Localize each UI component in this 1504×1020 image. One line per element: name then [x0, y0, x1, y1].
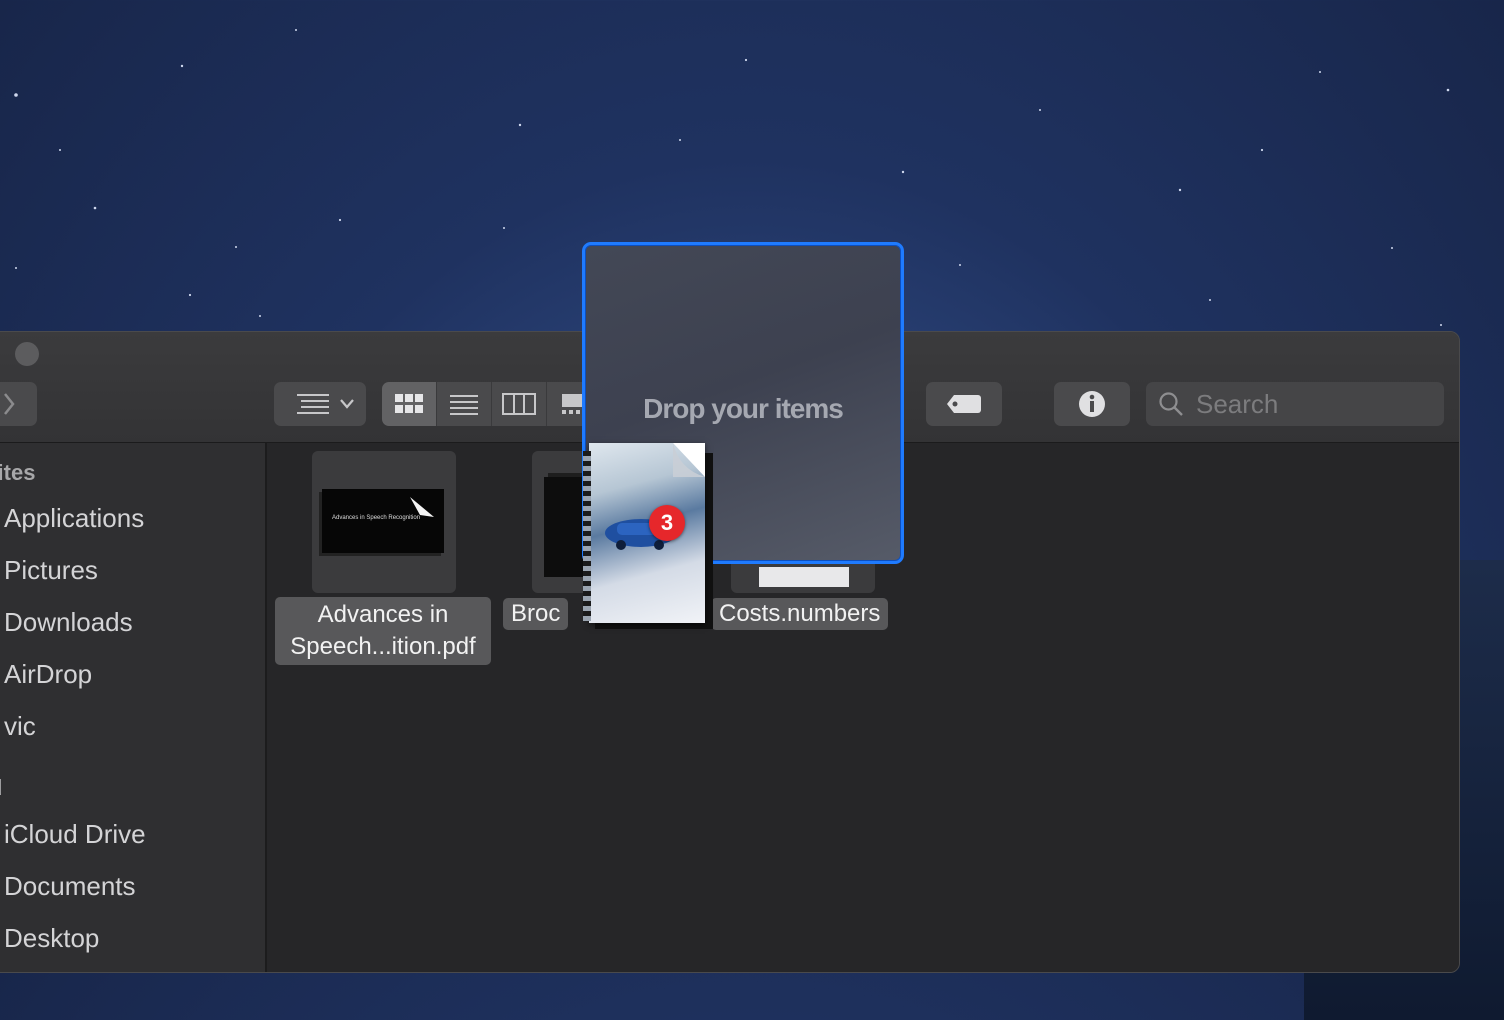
item-count-badge: 3 [649, 505, 685, 541]
view-options-button[interactable] [274, 382, 366, 426]
view-mode-segmented-control [382, 382, 602, 426]
chevron-right-icon [4, 393, 15, 415]
tag-button[interactable] [926, 382, 1002, 426]
list-view-button[interactable] [437, 382, 492, 426]
file-name-line-2: Speech...ition.pdf [290, 633, 476, 660]
search-field[interactable] [1146, 382, 1444, 426]
sidebar-item-desktop[interactable]: Desktop [4, 923, 99, 954]
dragged-items-stack[interactable]: 3 [583, 443, 723, 629]
info-button[interactable] [1054, 382, 1130, 426]
search-input[interactable] [1194, 387, 1428, 421]
file-name-line-1: Advances in [317, 601, 449, 628]
sidebar-item-documents[interactable]: Documents [4, 871, 136, 902]
list-view-icon [450, 395, 478, 415]
search-icon [1159, 392, 1183, 416]
file-thumbnail: Advances in Speech Recognition [312, 451, 456, 593]
close-button[interactable] [15, 342, 39, 366]
list-dropdown-icon [297, 394, 354, 414]
spiral-binding [583, 451, 591, 621]
icon-view-button[interactable] [382, 382, 437, 426]
forward-button[interactable] [0, 382, 37, 426]
spreadsheet-preview [759, 567, 849, 587]
file-name-label[interactable]: Costs.numbers [711, 598, 889, 630]
sidebar-item-airdrop[interactable]: AirDrop [4, 659, 92, 690]
file-name-label[interactable]: Broc [503, 598, 569, 630]
column-view-button[interactable] [492, 382, 547, 426]
sidebar-item-pictures[interactable]: Pictures [4, 555, 98, 586]
sidebar-item-applications[interactable]: Applications [4, 503, 144, 534]
drop-zone-label: Drop your items [643, 393, 844, 424]
slide-preview: Advances in Speech Recognition [322, 489, 444, 553]
tag-icon [947, 395, 981, 413]
icon-view-icon [395, 394, 423, 413]
icloud-header: d [0, 775, 2, 801]
car-brochure-cover-icon [605, 443, 705, 550]
file-name-label[interactable]: Advances in Speech...ition.pdf [275, 597, 491, 665]
slide-title: Advances in Speech Recognition [332, 515, 421, 521]
info-icon [1079, 391, 1105, 417]
cursor-arrow-icon [410, 497, 434, 517]
sidebar: rites Applications Pictures Downloads Ai… [0, 443, 267, 972]
favorites-header: rites [0, 460, 36, 485]
sidebar-item-vic[interactable]: vic [4, 711, 36, 742]
column-view-icon [502, 393, 536, 415]
sidebar-item-downloads[interactable]: Downloads [4, 607, 133, 638]
sidebar-item-icloud-drive[interactable]: iCloud Drive [4, 819, 146, 850]
dragged-page-front: 3 [589, 443, 705, 623]
